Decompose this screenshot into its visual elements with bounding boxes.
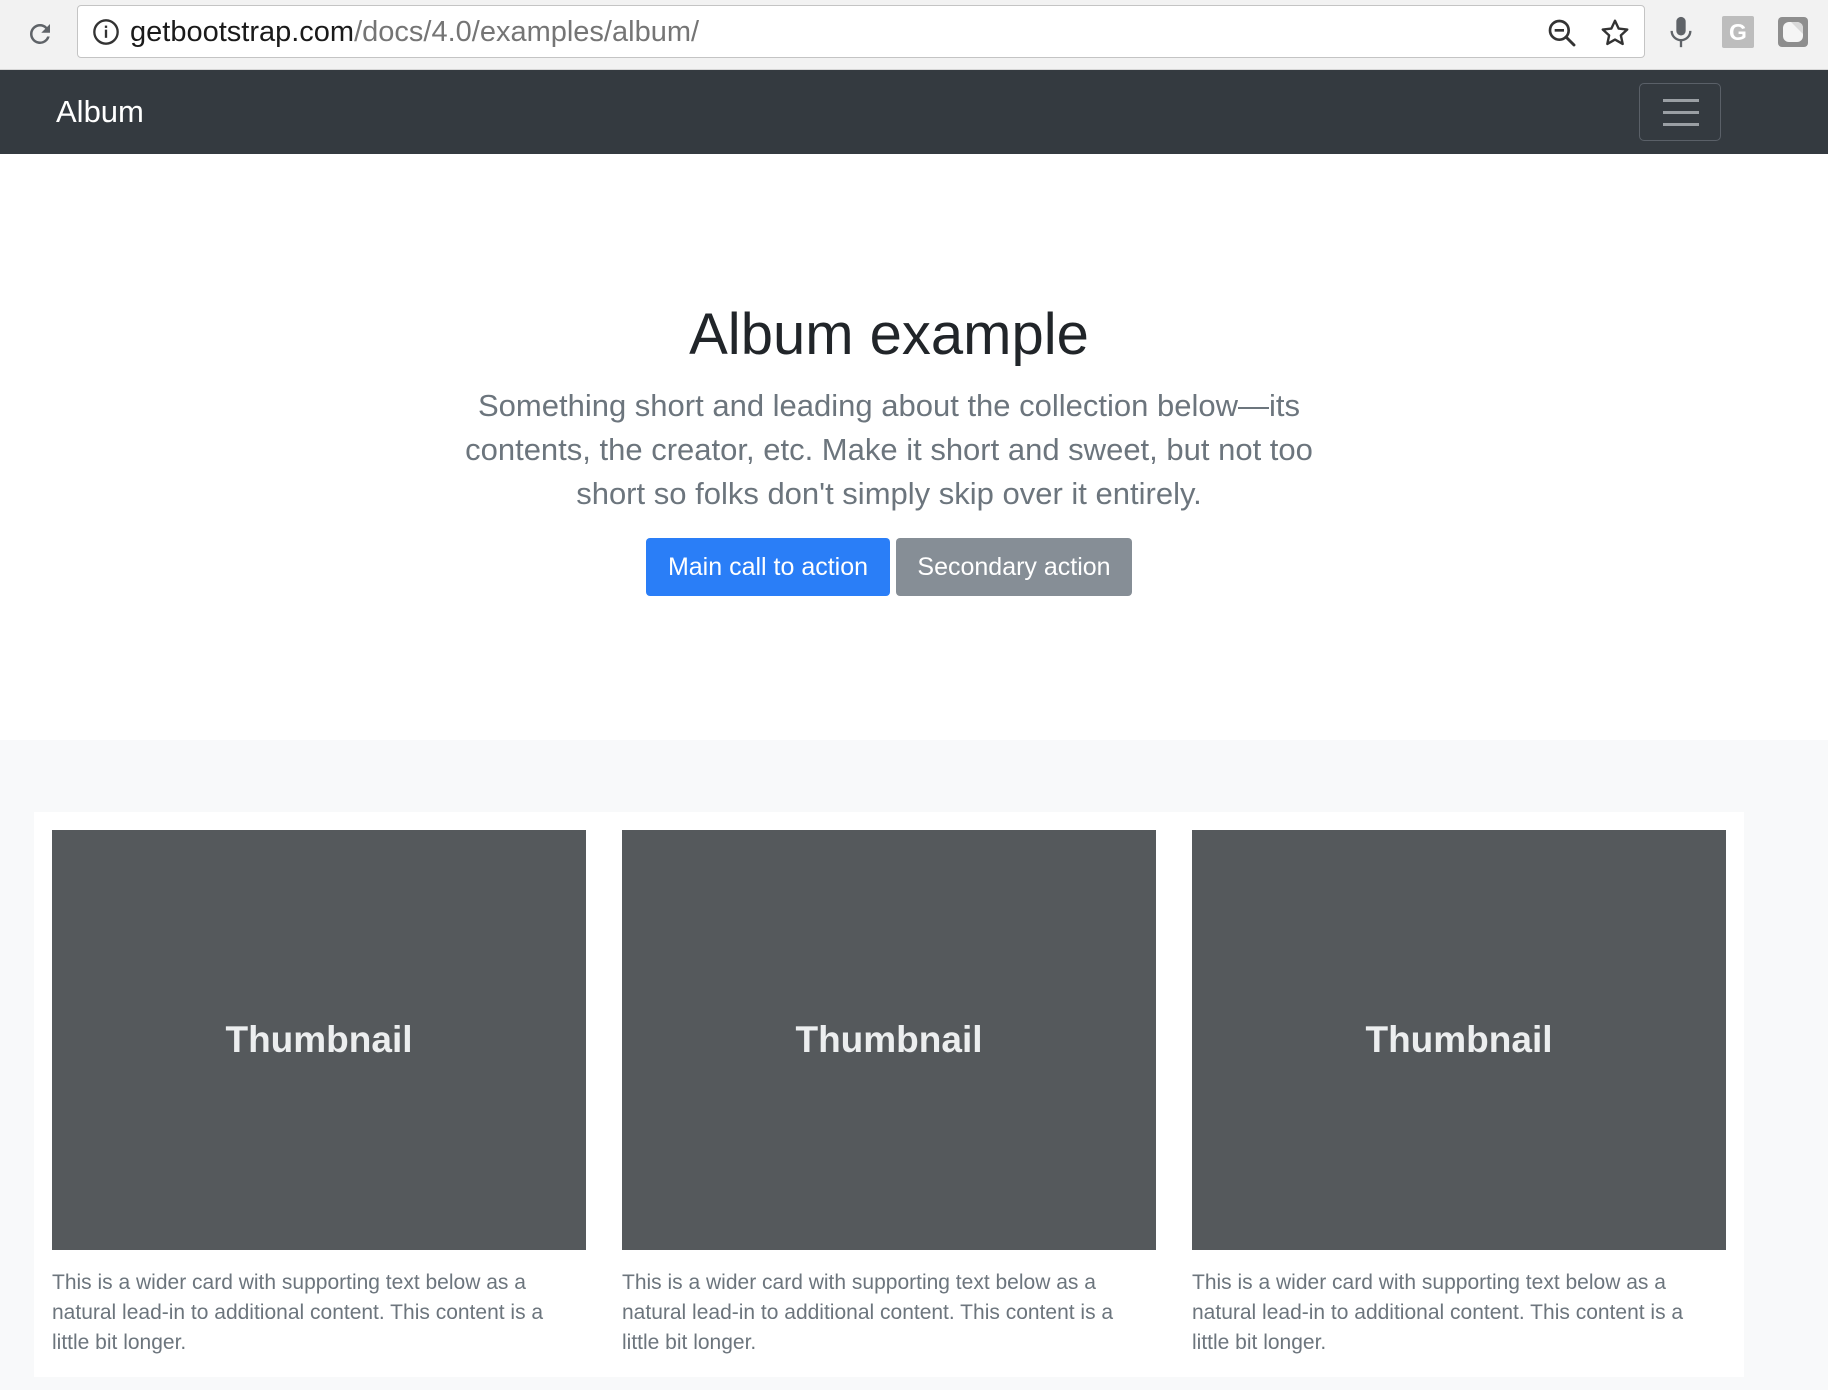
info-icon[interactable] [92, 18, 120, 46]
lead-text: Something short and leading about the co… [465, 388, 1313, 511]
navbar-brand[interactable]: Album [56, 92, 144, 132]
toggler-bar [1663, 111, 1699, 114]
reload-icon [30, 23, 50, 44]
card: Thumbnail This is a wider card with supp… [1192, 830, 1726, 1358]
main-call-to-action-button[interactable]: Main call to action [646, 538, 890, 596]
thumbnail-label: Thumbnail [1365, 1019, 1553, 1060]
card-text: This is a wider card with supporting tex… [622, 1271, 1114, 1354]
card-text: This is a wider card with supporting tex… [1192, 1271, 1684, 1354]
jumbotron: Album example Something short and leadin… [0, 154, 1828, 740]
thumbnail-label: Thumbnail [225, 1019, 413, 1060]
url-text[interactable]: getbootstrap.com/docs/4.0/examples/album… [130, 15, 699, 49]
thumbnail-image[interactable]: Thumbnail [52, 830, 586, 1250]
card-text: This is a wider card with supporting tex… [52, 1271, 544, 1354]
address-bar[interactable]: getbootstrap.com/docs/4.0/examples/album… [77, 5, 1645, 58]
navbar: Album [0, 70, 1828, 154]
reload-button[interactable] [22, 16, 58, 52]
card-group: Thumbnail This is a wider card with supp… [34, 812, 1744, 1377]
page-title: Album example [689, 302, 1089, 367]
extension-icon[interactable] [1777, 16, 1809, 48]
browser-toolbar: getbootstrap.com/docs/4.0/examples/album… [0, 0, 1828, 70]
microphone-icon[interactable] [1667, 14, 1695, 50]
zoom-out-icon[interactable] [1546, 17, 1578, 49]
secondary-action-button[interactable]: Secondary action [896, 538, 1132, 596]
toggler-bar [1663, 123, 1699, 126]
thumbnail-label: Thumbnail [795, 1019, 983, 1060]
toggler-bar [1663, 99, 1699, 102]
url-path: /docs/4.0/examples/album/ [354, 16, 700, 48]
star-icon[interactable] [1599, 17, 1631, 49]
card: Thumbnail This is a wider card with supp… [52, 830, 586, 1358]
thumbnail-image[interactable]: Thumbnail [622, 830, 1156, 1250]
extension-g-icon[interactable]: G [1722, 16, 1754, 48]
album-section: Thumbnail This is a wider card with supp… [0, 740, 1828, 1390]
thumbnail-image[interactable]: Thumbnail [1192, 830, 1726, 1250]
url-host: getbootstrap.com [130, 16, 355, 48]
card: Thumbnail This is a wider card with supp… [622, 830, 1156, 1358]
navbar-toggler-button[interactable] [1639, 83, 1721, 141]
